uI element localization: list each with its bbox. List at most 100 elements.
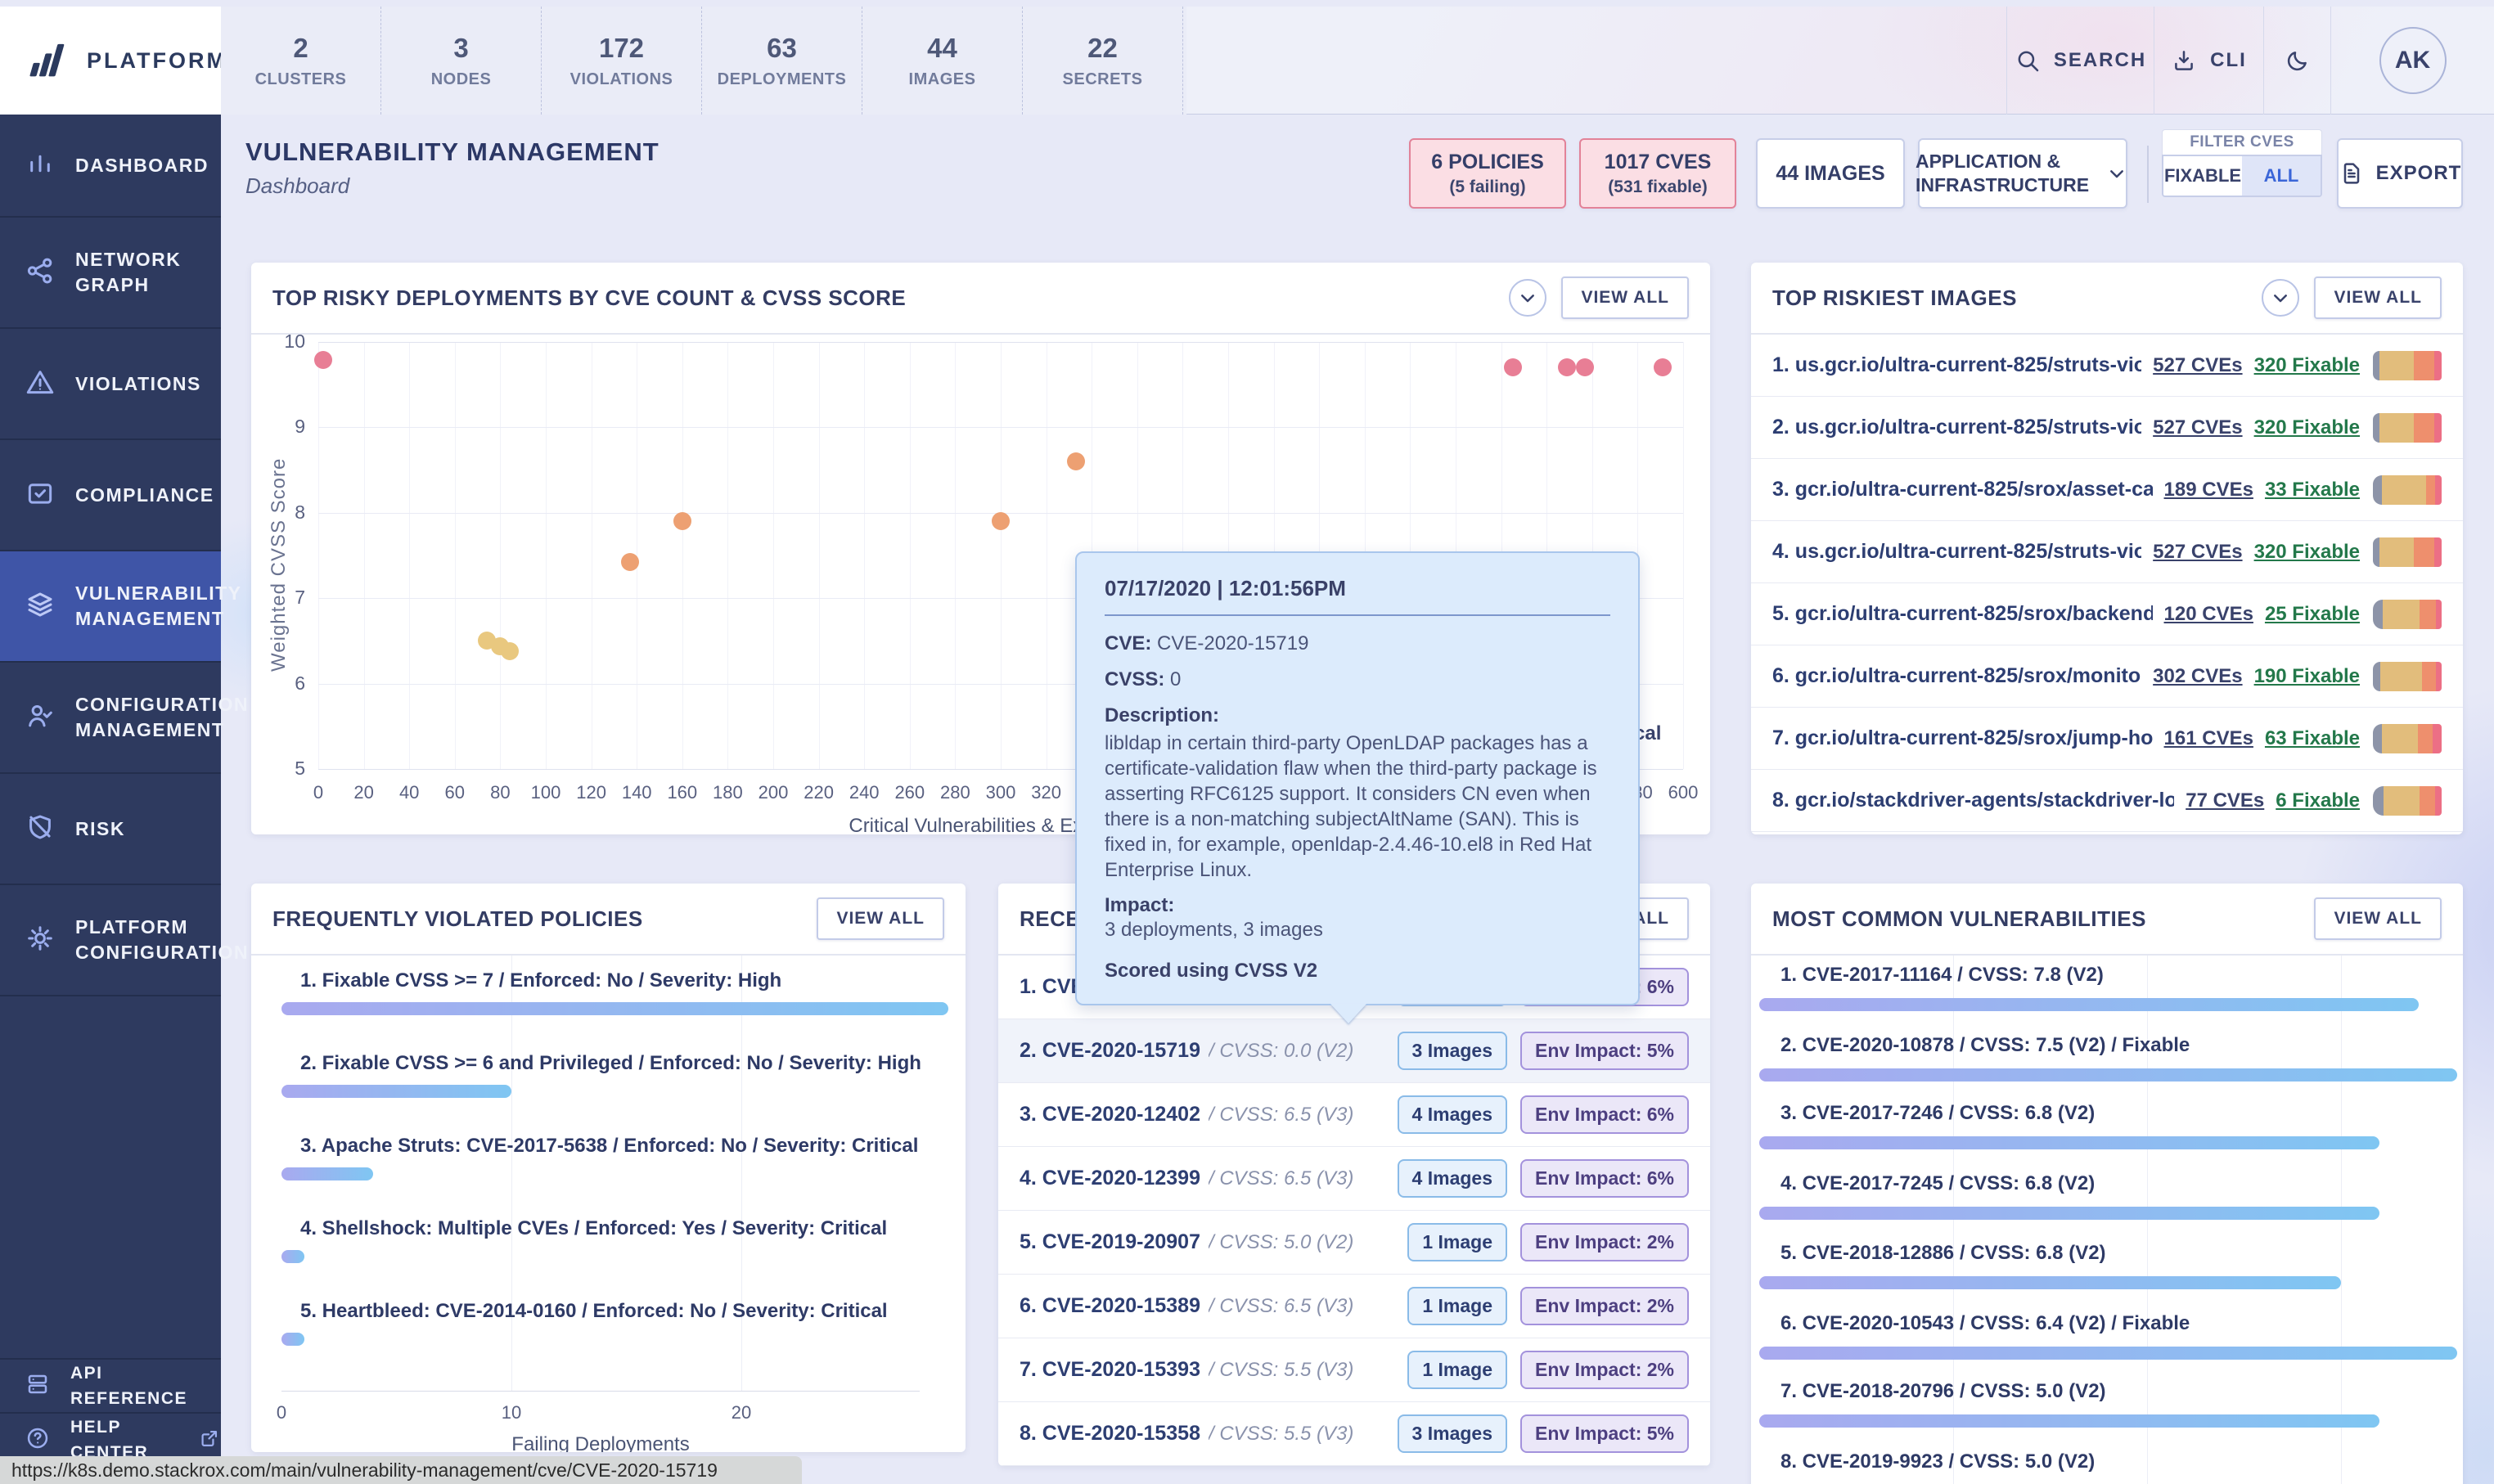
filter-option-all[interactable]: ALL <box>2242 156 2321 196</box>
filter-option-fixable[interactable]: FIXABLE <box>2163 156 2242 196</box>
cve-link[interactable]: 7. CVE-2020-15393 <box>1020 1358 1200 1382</box>
cve-link[interactable]: 5. CVE-2019-20907 <box>1020 1230 1200 1254</box>
env-impact-badge[interactable]: Env Impact: 2% <box>1520 1287 1689 1325</box>
images-badge[interactable]: 3 Images <box>1398 1414 1507 1453</box>
image-name-link[interactable]: 8. gcr.io/stackdriver-agents/stackdriver… <box>1772 789 2174 812</box>
image-name-link[interactable]: 3. gcr.io/ultra-current-825/srox/asset-c… <box>1772 478 2153 501</box>
image-name-link[interactable]: 2. us.gcr.io/ultra-current-825/struts-vi… <box>1772 416 2141 439</box>
cve-label[interactable]: 1. CVE-2017-11164 / CVSS: 7.8 (V2) <box>1780 964 2104 987</box>
cves-link[interactable]: 527 CVEs <box>2153 416 2242 439</box>
scatter-point[interactable] <box>501 642 519 660</box>
cve-bar[interactable] <box>1759 1347 2457 1360</box>
cves-link[interactable]: 302 CVEs <box>2153 665 2242 688</box>
sidebar-item-risk[interactable]: RISK <box>0 774 221 885</box>
image-name-link[interactable]: 5. gcr.io/ultra-current-825/srox/backend… <box>1772 602 2153 626</box>
cli-button[interactable]: CLI <box>2154 7 2263 115</box>
stat-violations[interactable]: 172VIOLATIONS <box>542 7 702 115</box>
cve-bar[interactable] <box>1759 998 2419 1011</box>
cve-bar[interactable] <box>1759 1414 2379 1428</box>
cves-link[interactable]: 161 CVEs <box>2164 727 2253 750</box>
fixable-link[interactable]: 6 Fixable <box>2276 789 2360 812</box>
policy-label[interactable]: 5. Heartbleed: CVE-2014-0160 / Enforced:… <box>300 1300 888 1323</box>
view-all-button[interactable]: VIEW ALL <box>817 897 944 940</box>
cves-link[interactable]: 77 CVEs <box>2186 789 2264 812</box>
sidebar-item-configuration-management[interactable]: CONFIGURATION MANAGEMENT <box>0 663 221 774</box>
cve-label[interactable]: 7. CVE-2018-20796 / CVSS: 5.0 (V2) <box>1780 1380 2106 1403</box>
fixable-link[interactable]: 63 Fixable <box>2265 727 2360 750</box>
sidebar-item-api-reference[interactable]: API REFERENCE <box>0 1358 221 1412</box>
avatar[interactable]: AK <box>2379 27 2447 94</box>
scatter-point[interactable] <box>314 351 332 369</box>
cve-bar[interactable] <box>1759 1068 2457 1082</box>
view-all-button[interactable]: VIEW ALL <box>2314 277 2442 319</box>
scatter-point[interactable] <box>992 512 1010 530</box>
view-all-button[interactable]: VIEW ALL <box>2314 897 2442 940</box>
policies-summary-button[interactable]: 6 POLICIES (5 failing) <box>1409 138 1566 209</box>
dark-mode-toggle[interactable] <box>2263 7 2330 115</box>
image-name-link[interactable]: 6. gcr.io/ultra-current-825/srox/monitor… <box>1772 664 2141 688</box>
stat-secrets[interactable]: 22SECRETS <box>1023 7 1183 115</box>
image-name-link[interactable]: 1. us.gcr.io/ultra-current-825/struts-vi… <box>1772 353 2141 377</box>
cve-link[interactable]: 2. CVE-2020-15719 <box>1020 1039 1200 1063</box>
policy-label[interactable]: 2. Fixable CVSS >= 6 and Privileged / En… <box>300 1052 921 1075</box>
cve-label[interactable]: 3. CVE-2017-7246 / CVSS: 6.8 (V2) <box>1780 1102 2095 1125</box>
cve-link[interactable]: 4. CVE-2020-12399 <box>1020 1167 1200 1190</box>
policy-label[interactable]: 3. Apache Struts: CVE-2017-5638 / Enforc… <box>300 1135 918 1158</box>
env-impact-badge[interactable]: Env Impact: 5% <box>1520 1414 1689 1453</box>
cve-label[interactable]: 4. CVE-2017-7245 / CVSS: 6.8 (V2) <box>1780 1172 2095 1195</box>
collapse-panel-button[interactable] <box>2262 279 2299 317</box>
cve-label[interactable]: 5. CVE-2018-12886 / CVSS: 6.8 (V2) <box>1780 1242 2106 1265</box>
stat-deployments[interactable]: 63DEPLOYMENTS <box>702 7 862 115</box>
images-badge[interactable]: 3 Images <box>1398 1032 1507 1070</box>
stat-nodes[interactable]: 3NODES <box>381 7 542 115</box>
policy-bar[interactable] <box>281 1002 948 1015</box>
image-name-link[interactable]: 4. us.gcr.io/ultra-current-825/struts-vi… <box>1772 540 2141 564</box>
image-name-link[interactable]: 7. gcr.io/ultra-current-825/srox/jump-ho… <box>1772 726 2153 750</box>
cves-link[interactable]: 527 CVEs <box>2153 354 2242 377</box>
cves-link[interactable]: 120 CVEs <box>2164 603 2253 626</box>
brand-logo[interactable]: PLATFORM <box>0 7 221 115</box>
images-badge[interactable]: 1 Image <box>1407 1351 1507 1389</box>
fixable-link[interactable]: 190 Fixable <box>2254 665 2360 688</box>
fixable-link[interactable]: 25 Fixable <box>2265 603 2360 626</box>
cves-link[interactable]: 189 CVEs <box>2164 479 2253 501</box>
policy-bar[interactable] <box>281 1250 304 1263</box>
images-badge[interactable]: 1 Image <box>1407 1223 1507 1261</box>
sidebar-item-violations[interactable]: VIOLATIONS <box>0 329 221 440</box>
images-badge[interactable]: 4 Images <box>1398 1095 1507 1134</box>
env-impact-badge[interactable]: Env Impact: 6% <box>1520 1159 1689 1198</box>
images-summary-button[interactable]: 44 IMAGES <box>1756 138 1905 209</box>
policy-bar[interactable] <box>281 1333 304 1346</box>
cve-link[interactable]: 8. CVE-2020-15358 <box>1020 1422 1200 1446</box>
sidebar-item-dashboard[interactable]: DASHBOARD <box>0 115 221 218</box>
filter-toggle[interactable]: FIXABLEALL <box>2162 155 2322 197</box>
cve-label[interactable]: 2. CVE-2020-10878 / CVSS: 7.5 (V2) / Fix… <box>1780 1034 2190 1057</box>
export-button[interactable]: EXPORT <box>2337 138 2463 209</box>
cves-summary-button[interactable]: 1017 CVES (531 fixable) <box>1579 138 1736 209</box>
scatter-point[interactable] <box>1558 358 1576 376</box>
collapse-panel-button[interactable] <box>1509 279 1546 317</box>
policy-bar[interactable] <box>281 1167 373 1180</box>
sidebar-item-vulnerability-management[interactable]: VULNERABILITY MANAGEMENT <box>0 551 221 663</box>
cve-link[interactable]: 6. CVE-2020-15389 <box>1020 1294 1200 1318</box>
scatter-point[interactable] <box>673 512 691 530</box>
env-impact-badge[interactable]: Env Impact: 2% <box>1520 1223 1689 1261</box>
cves-link[interactable]: 527 CVEs <box>2153 541 2242 564</box>
sidebar-item-platform-configuration[interactable]: PLATFORM CONFIGURATION <box>0 885 221 996</box>
stat-images[interactable]: 44IMAGES <box>862 7 1023 115</box>
cve-bar[interactable] <box>1759 1207 2379 1220</box>
fixable-link[interactable]: 320 Fixable <box>2254 354 2360 377</box>
fixable-link[interactable]: 33 Fixable <box>2265 479 2360 501</box>
sidebar-item-compliance[interactable]: COMPLIANCE <box>0 440 221 551</box>
images-badge[interactable]: 1 Image <box>1407 1287 1507 1325</box>
scatter-point[interactable] <box>1654 358 1672 376</box>
search-button[interactable]: SEARCH <box>2006 7 2154 115</box>
policy-label[interactable]: 4. Shellshock: Multiple CVEs / Enforced:… <box>300 1217 887 1240</box>
view-all-button[interactable]: VIEW ALL <box>1561 277 1689 319</box>
env-impact-badge[interactable]: Env Impact: 5% <box>1520 1032 1689 1070</box>
cve-link[interactable]: 3. CVE-2020-12402 <box>1020 1103 1200 1126</box>
sidebar-item-network-graph[interactable]: NETWORK GRAPH <box>0 218 221 329</box>
policy-label[interactable]: 1. Fixable CVSS >= 7 / Enforced: No / Se… <box>300 969 781 992</box>
stat-clusters[interactable]: 2CLUSTERS <box>221 7 381 115</box>
policy-bar[interactable] <box>281 1085 511 1098</box>
